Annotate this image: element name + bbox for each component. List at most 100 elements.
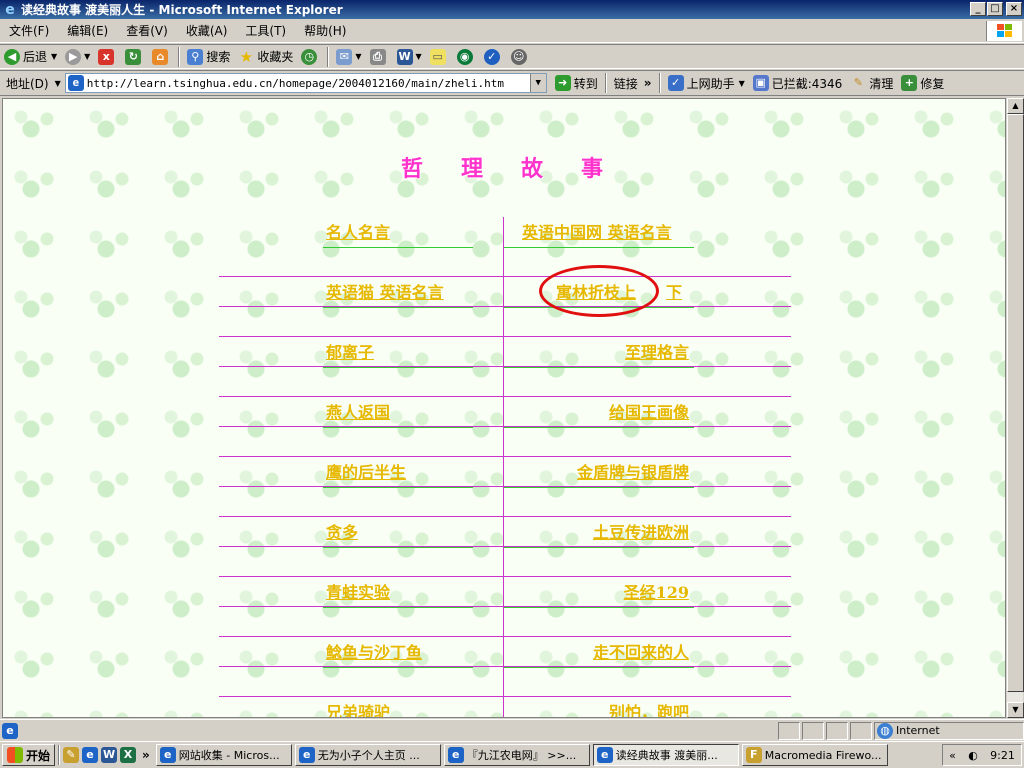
address-dropdown-icon[interactable]: ▼: [529, 74, 546, 92]
fireworks-icon: F: [745, 747, 762, 763]
row-line-magenta: [219, 306, 791, 307]
back-dropdown-icon[interactable]: ▼: [51, 52, 57, 61]
vertical-scrollbar[interactable]: ▲ ▼: [1006, 98, 1024, 718]
quicklaunch-word-icon[interactable]: W: [101, 747, 118, 763]
links-button[interactable]: 链接 »: [610, 72, 656, 94]
go-button[interactable]: ➜ 转到: [551, 72, 602, 94]
user-button[interactable]: ☺: [507, 46, 534, 68]
helper-button[interactable]: ✓ 上网助手 ▼: [664, 72, 749, 94]
forward-button[interactable]: ▶ ▼: [61, 46, 94, 68]
story-link-right-extra[interactable]: 下: [666, 279, 682, 303]
scroll-thumb[interactable]: [1007, 114, 1024, 692]
windows-flag-icon: [7, 747, 23, 763]
window-title: 读经典故事 渡美丽人生 - Microsoft Internet Explore…: [21, 3, 343, 17]
volume-icon[interactable]: ◐: [968, 749, 978, 762]
maximize-button[interactable]: □: [987, 2, 1003, 16]
minimize-button[interactable]: _: [970, 2, 986, 16]
home-button[interactable]: ⌂: [148, 46, 175, 68]
task-label-2: 无为小子个人主页 ...: [317, 749, 420, 762]
quicklaunch-chevron-icon[interactable]: »: [142, 748, 150, 762]
tray-chevron-icon[interactable]: «: [949, 749, 956, 762]
row-line-magenta: [219, 426, 791, 427]
helper-dropdown-icon[interactable]: ▼: [739, 79, 745, 88]
row-line-green: [504, 427, 694, 428]
search-button[interactable]: ⚲ 搜索: [183, 46, 234, 68]
story-link-right[interactable]: 给国王画像: [609, 399, 689, 423]
clean-button[interactable]: ✎ 清理: [846, 72, 897, 94]
scroll-down-button[interactable]: ▼: [1007, 702, 1024, 718]
scroll-up-button[interactable]: ▲: [1007, 98, 1024, 114]
edit-word-button[interactable]: W ▼: [393, 46, 426, 68]
forward-dropdown-icon[interactable]: ▼: [84, 52, 90, 61]
print-button[interactable]: ⎙: [366, 46, 393, 68]
stop-button[interactable]: x: [94, 46, 121, 68]
start-button[interactable]: 开始: [2, 744, 56, 766]
blocked-counter[interactable]: ▣ 已拦截:4346: [749, 72, 847, 94]
history-button[interactable]: ◷: [297, 46, 324, 68]
menu-tools[interactable]: 工具(T): [236, 22, 295, 39]
row-line-magenta: [219, 336, 791, 337]
story-link-right[interactable]: 圣经129: [624, 579, 689, 603]
row-line-magenta: [219, 366, 791, 367]
story-link-left[interactable]: 青蛙实验: [326, 579, 390, 603]
row-line-green: [323, 367, 473, 368]
research-icon: ✓: [483, 48, 500, 65]
ie-task-icon: e: [298, 747, 315, 763]
row-line-magenta: [219, 276, 791, 277]
messenger-button[interactable]: ◉: [453, 46, 480, 68]
menu-edit[interactable]: 编辑(E): [58, 22, 117, 39]
menu-favorites[interactable]: 收藏(A): [177, 22, 237, 39]
menu-help[interactable]: 帮助(H): [295, 22, 355, 39]
chevron-right-icon[interactable]: »: [644, 76, 652, 90]
story-link-right[interactable]: 土豆传进欧洲: [593, 519, 689, 543]
close-button[interactable]: ×: [1006, 2, 1022, 16]
refresh-button[interactable]: ↻: [121, 46, 148, 68]
address-label: 地址(D): [6, 76, 49, 91]
story-link-right[interactable]: 至理格言: [625, 339, 689, 363]
row-line-green: [504, 247, 694, 248]
task-button-1[interactable]: e 网站收集 - Micros...: [155, 744, 292, 766]
story-link-left[interactable]: 兄弟骑驴: [326, 699, 390, 717]
story-link-left[interactable]: 鲶鱼与沙丁鱼: [326, 639, 422, 663]
favorites-label: 收藏夹: [257, 50, 294, 64]
edit-dropdown-icon[interactable]: ▼: [416, 52, 422, 61]
task-label-4: 读经典故事 渡美丽...: [615, 749, 718, 762]
story-link-left[interactable]: 燕人返国: [326, 399, 390, 423]
story-link-right[interactable]: 别怕，跑吧: [609, 699, 689, 717]
task-label-3: 『九江农电网』 >>...: [466, 749, 577, 762]
story-link-right[interactable]: 走不回来的人: [593, 639, 689, 663]
address-input[interactable]: e http://learn.tsinghua.edu.cn/homepage/…: [64, 73, 547, 93]
user-icon: ☺: [510, 48, 527, 65]
mail-button[interactable]: ✉ ▼: [332, 46, 365, 68]
clean-label: 清理: [869, 76, 894, 91]
quicklaunch-excel-icon[interactable]: X: [120, 747, 137, 763]
task-button-4-active[interactable]: e 读经典故事 渡美丽...: [592, 744, 739, 766]
story-link-left[interactable]: 鹰的后半生: [326, 459, 406, 483]
repair-button[interactable]: + 修复: [897, 72, 948, 94]
search-label: 搜索: [206, 50, 231, 64]
story-link-left[interactable]: 贪多: [326, 519, 358, 543]
story-link-right[interactable]: 英语中国网 英语名言: [522, 219, 672, 243]
address-url[interactable]: http://learn.tsinghua.edu.cn/homepage/20…: [87, 77, 504, 90]
forward-arrow-icon: ▶: [65, 48, 82, 65]
story-link-left[interactable]: 名人名言: [326, 219, 390, 243]
back-button[interactable]: ◀ 后退 ▼: [0, 46, 61, 68]
discuss-button[interactable]: ▭: [426, 46, 453, 68]
address-toolbar-dropdown-icon[interactable]: ▼: [55, 79, 61, 88]
quicklaunch-pen-icon[interactable]: ✎: [63, 747, 80, 763]
story-link-right[interactable]: 金盾牌与银盾牌: [577, 459, 689, 483]
menu-view[interactable]: 查看(V): [117, 22, 177, 39]
row-line-green: [504, 607, 694, 608]
favorites-button[interactable]: ★ 收藏夹: [234, 46, 297, 68]
story-link-left[interactable]: 郁离子: [326, 339, 374, 363]
mail-dropdown-icon[interactable]: ▼: [355, 52, 361, 61]
task-button-5[interactable]: F Macromedia Firewo...: [741, 744, 888, 766]
ie-task-icon: e: [596, 747, 613, 763]
task-button-2[interactable]: e 无为小子个人主页 ...: [294, 744, 441, 766]
research-button[interactable]: ✓: [480, 46, 507, 68]
menu-file[interactable]: 文件(F): [0, 22, 58, 39]
quicklaunch-ie-icon[interactable]: e: [82, 747, 99, 763]
task-button-3[interactable]: e 『九江农电网』 >>...: [443, 744, 590, 766]
row-line-magenta: [219, 636, 791, 637]
story-link-left[interactable]: 英语猫 英语名言: [326, 279, 444, 303]
